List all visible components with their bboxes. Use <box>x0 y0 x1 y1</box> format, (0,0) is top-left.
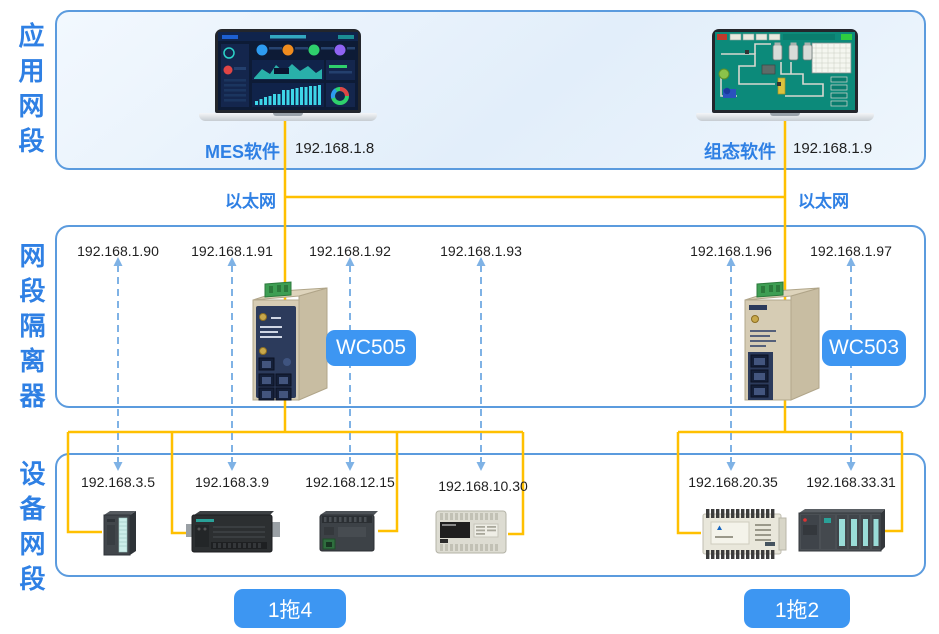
mes-dashboard-image <box>218 32 358 110</box>
section-label-application: 应用网段 <box>12 22 49 162</box>
isolator-ip-6: 192.168.1.97 <box>791 243 911 259</box>
device-ip-1: 192.168.3.5 <box>58 474 178 490</box>
scada-software-label: 组态软件 <box>692 138 776 164</box>
scada-laptop-notch <box>770 113 800 116</box>
device-ip-4: 192.168.10.30 <box>423 478 543 494</box>
isolator-ip-5: 192.168.1.96 <box>671 243 791 259</box>
scada-laptop <box>696 29 874 123</box>
section-label-device: 设备网段 <box>13 460 50 600</box>
mitsubishi-q-series-plc-image <box>797 507 887 560</box>
section-label-isolator: 网段隔离器 <box>13 242 50 417</box>
wc505-device-image <box>243 276 339 411</box>
wc503-tag: WC503 <box>822 330 906 366</box>
device-ip-3: 192.168.12.15 <box>290 474 410 490</box>
network-topology-diagram: 应用网段 网段隔离器 设备网段 <box>0 0 939 634</box>
siemens-s7-300-plc-image <box>100 505 138 562</box>
wc503-device-image <box>735 276 831 411</box>
mes-ip: 192.168.1.8 <box>295 140 374 157</box>
device-ip-6: 192.168.33.31 <box>791 474 911 490</box>
mes-laptop-screen <box>215 29 361 113</box>
delta-dvp-plc-image <box>699 506 787 567</box>
mes-laptop-notch <box>273 113 303 116</box>
ethernet-label-right: 以太网 <box>798 187 849 212</box>
ratio-tag-1-to-2: 1拖2 <box>744 589 850 628</box>
siemens-s7-1200-plc-image <box>316 507 380 560</box>
scada-laptop-screen <box>712 29 858 113</box>
ratio-tag-1-to-4: 1拖4 <box>234 589 346 628</box>
mes-software-label: MES软件 <box>196 138 280 164</box>
ethernet-label-left: 以太网 <box>218 187 276 212</box>
scada-ip: 192.168.1.9 <box>793 140 872 157</box>
device-ip-2: 192.168.3.9 <box>172 474 292 490</box>
wc505-tag: WC505 <box>326 330 416 366</box>
mes-laptop <box>199 29 377 123</box>
mitsubishi-fx-plc-image <box>434 507 508 562</box>
isolator-ip-2: 192.168.1.91 <box>172 243 292 259</box>
isolator-ip-1: 192.168.1.90 <box>58 243 178 259</box>
device-ip-5: 192.168.20.35 <box>673 474 793 490</box>
isolator-ip-3: 192.168.1.92 <box>290 243 410 259</box>
scada-hmi-image <box>715 32 855 110</box>
isolator-ip-4: 192.168.1.93 <box>421 243 541 259</box>
siemens-s7-200-plc-image <box>186 509 280 560</box>
